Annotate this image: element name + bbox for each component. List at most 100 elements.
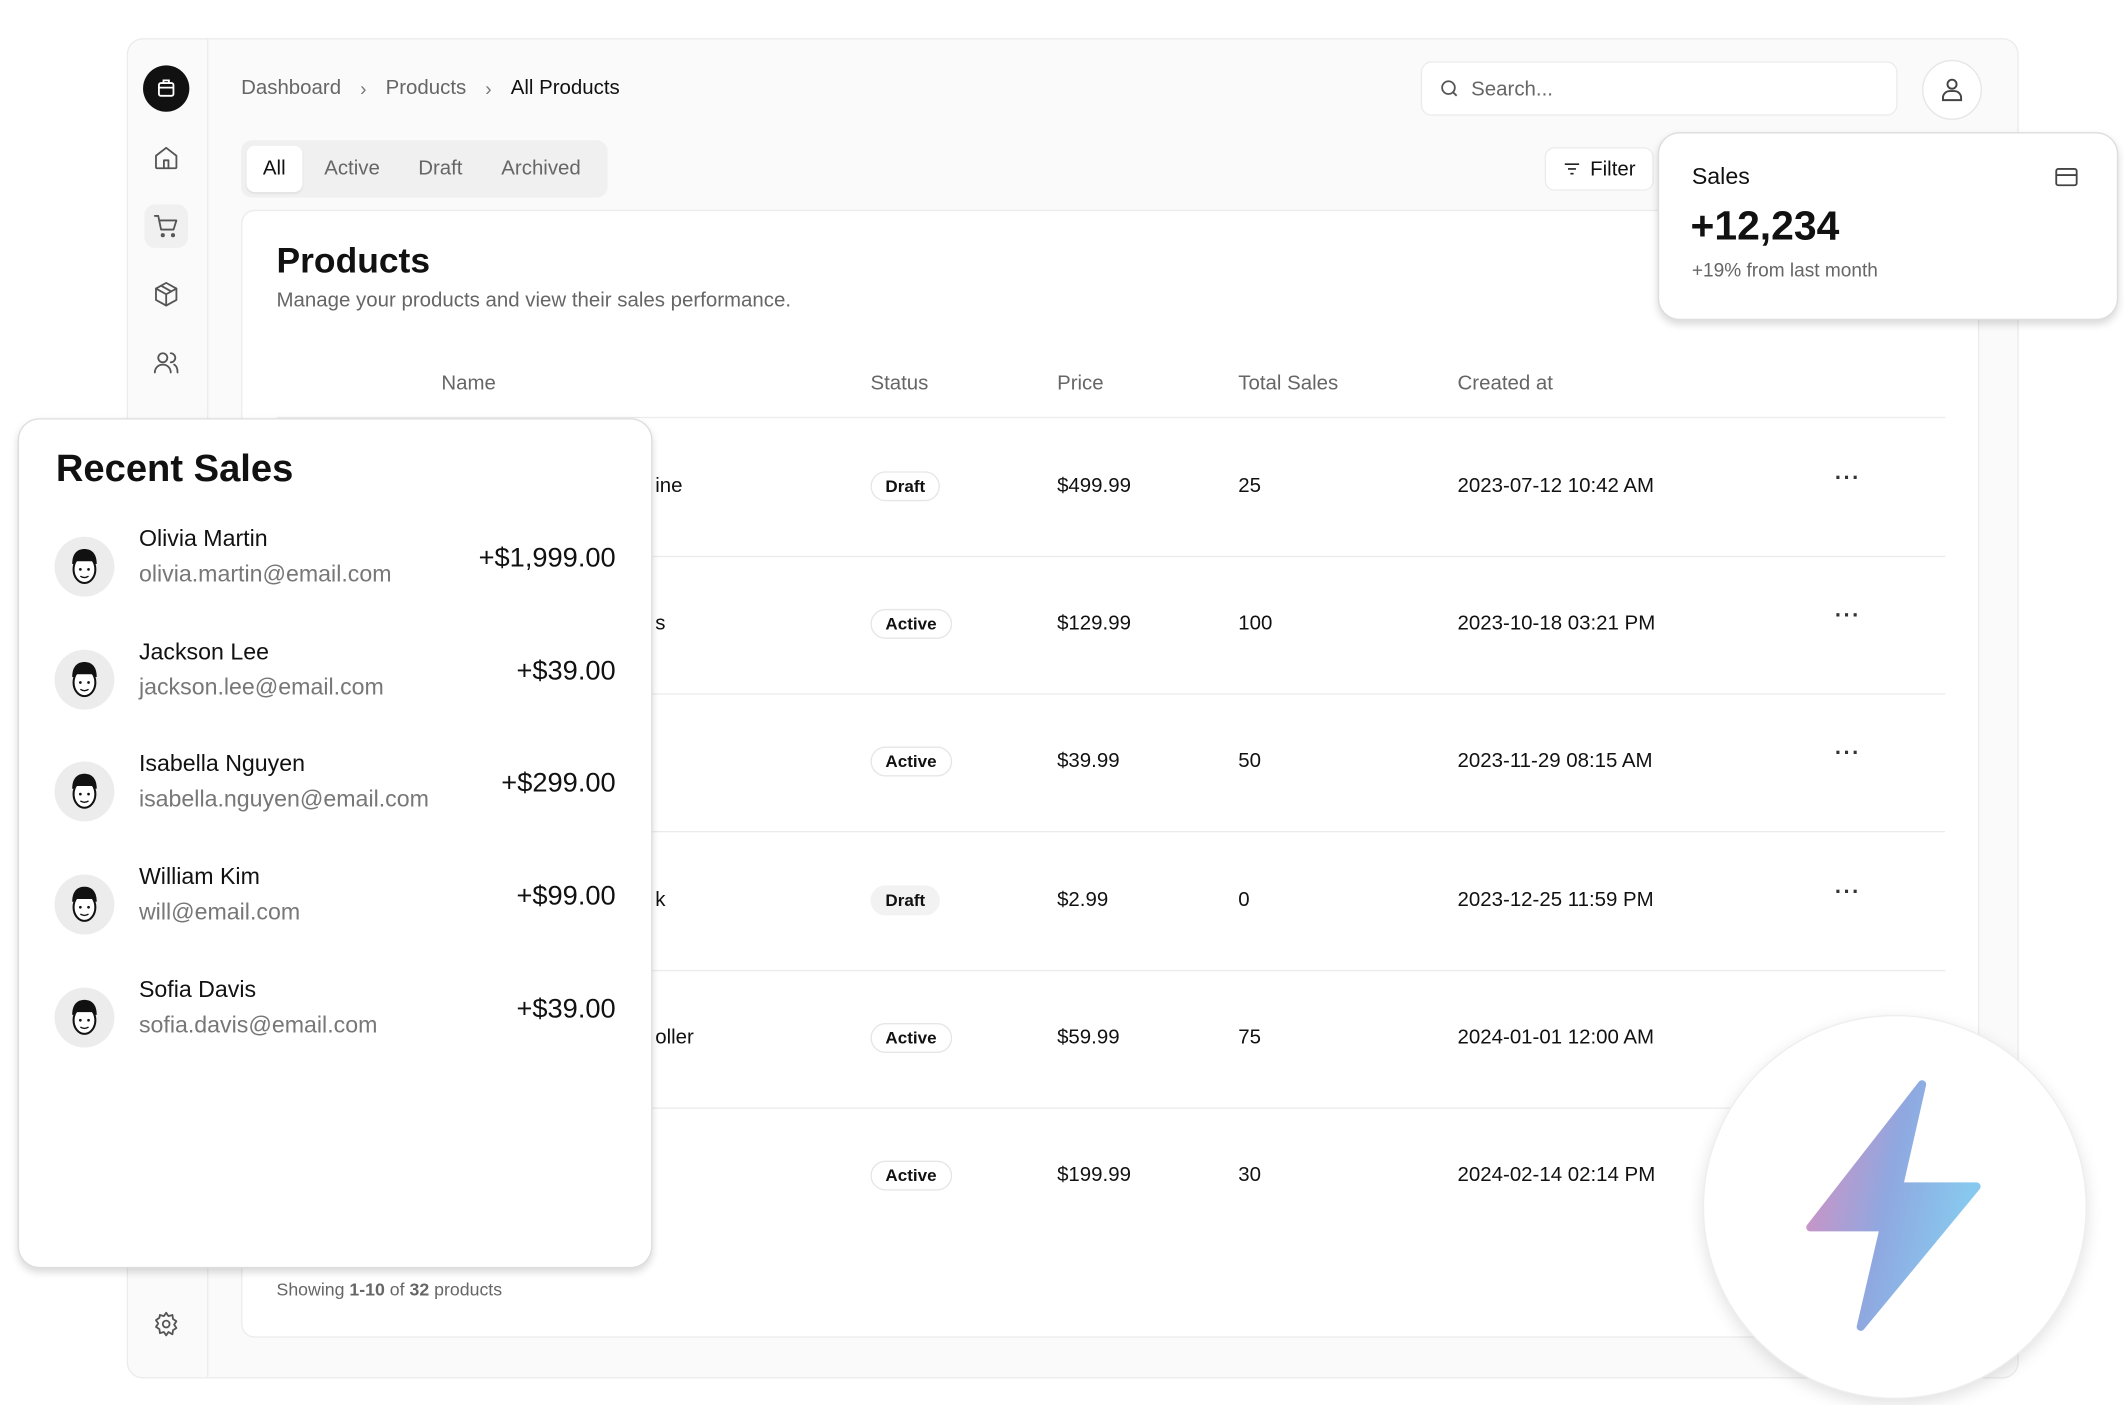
page-subtitle: Manage your products and view their sale… (276, 288, 792, 312)
customer-name: Sofia Davis (138, 976, 257, 1003)
chevron-right-icon: › (485, 76, 492, 99)
product-created-at: 2023-07-12 10:42 AM (1457, 474, 1655, 498)
sales-stat-card: Sales +12,234 +19% from last month (1657, 132, 2119, 321)
status-badge: Active (870, 1160, 952, 1191)
customer-email: jackson.lee@email.com (138, 673, 384, 700)
product-created-at: 2024-01-01 12:00 AM (1457, 1025, 1655, 1049)
avatar (54, 762, 115, 822)
sales-delta: +19% from last month (1691, 258, 1878, 281)
recent-sale-item[interactable]: William Kim will@email.com +$99.00 (54, 864, 616, 946)
tab-draft[interactable]: Draft (402, 146, 479, 192)
customer-name: Olivia Martin (138, 525, 268, 552)
footer-range: 1-10 (349, 1279, 385, 1300)
avatar-face-icon (72, 774, 97, 810)
cart-icon[interactable] (144, 204, 188, 248)
status-badge: Active (870, 1022, 952, 1053)
product-total-sales: 0 (1238, 887, 1250, 911)
search-input[interactable]: Search... (1420, 61, 1898, 116)
search-placeholder: Search... (1471, 76, 1553, 101)
page-title: Products (276, 239, 431, 281)
chevron-right-icon: › (360, 76, 367, 99)
avatar (54, 874, 115, 935)
user-icon (1941, 78, 1963, 102)
pagination-summary: Showing 1-10 of 32 products (277, 1279, 503, 1299)
status-badge: Draft (870, 884, 941, 915)
column-header-status[interactable]: Status (870, 372, 928, 395)
product-created-at: 2023-10-18 03:21 PM (1457, 611, 1656, 636)
column-header-created-at[interactable]: Created at (1458, 372, 1553, 395)
customer-email: olivia.martin@email.com (138, 561, 392, 588)
avatar-face-icon (72, 886, 97, 922)
filter-label: Filter (1590, 157, 1636, 181)
sale-amount: +$1,999.00 (478, 543, 616, 574)
recent-sales-title: Recent Sales (55, 446, 294, 490)
row-actions-more-icon[interactable]: ··· (1835, 605, 1861, 630)
product-name[interactable]: ine (655, 474, 682, 497)
avatar (54, 987, 115, 1048)
status-badge: Active (870, 609, 952, 640)
product-price: $39.99 (1057, 749, 1120, 773)
lightning-badge (1702, 1014, 2087, 1399)
avatar (54, 649, 115, 710)
breadcrumb-dashboard[interactable]: Dashboard (241, 76, 341, 99)
avatar-face-icon (72, 661, 97, 697)
lightning-bolt-icon (1806, 1080, 1981, 1331)
product-total-sales: 30 (1238, 1163, 1261, 1187)
recent-sale-item[interactable]: Sofia Davis sofia.davis@email.com +$39.00 (54, 976, 616, 1058)
product-price: $199.99 (1057, 1163, 1131, 1187)
tab-active[interactable]: Active (308, 146, 396, 192)
sale-amount: +$39.00 (516, 656, 616, 687)
footer-suffix: products (434, 1279, 503, 1300)
status-badge: Draft (870, 471, 941, 502)
product-created-at: 2023-12-25 11:59 PM (1457, 887, 1654, 911)
breadcrumb-current: All Products (510, 76, 620, 100)
column-header-total-sales[interactable]: Total Sales (1238, 372, 1338, 395)
row-actions-more-icon[interactable]: ··· (1835, 467, 1861, 492)
product-total-sales: 25 (1238, 474, 1261, 498)
customer-email: will@email.com (138, 899, 301, 926)
breadcrumb-products[interactable]: Products (386, 76, 467, 99)
recent-sale-item[interactable]: Olivia Martin olivia.martin@email.com +$1,… (54, 525, 616, 608)
product-created-at: 2024-02-14 02:14 PM (1457, 1163, 1656, 1187)
sale-amount: +$299.00 (501, 768, 616, 799)
sales-title: Sales (1691, 163, 1750, 190)
recent-sales-card: Recent Sales Olivia Martin olivia.martin@… (17, 418, 653, 1269)
customer-email: sofia.davis@email.com (138, 1011, 378, 1038)
product-name[interactable]: oller (655, 1025, 694, 1048)
users-icon[interactable] (144, 341, 188, 385)
tab-archived[interactable]: Archived (485, 146, 597, 192)
sale-amount: +$99.00 (516, 881, 616, 912)
row-actions-more-icon[interactable]: ··· (1835, 881, 1861, 906)
tab-all[interactable]: All (246, 145, 302, 193)
recent-sale-item[interactable]: Isabella Nguyen isabella.nguyen@email.com… (54, 751, 616, 833)
footer-prefix: Showing (276, 1279, 345, 1300)
home-icon[interactable] (144, 136, 188, 180)
row-actions-more-icon[interactable]: ··· (1835, 743, 1861, 768)
column-header-name[interactable]: Name (441, 372, 496, 395)
avatar-face-icon (72, 999, 97, 1035)
product-price: $2.99 (1057, 887, 1109, 911)
settings-gear-icon[interactable] (144, 1302, 188, 1346)
sales-value: +12,234 (1690, 204, 1840, 250)
search-icon (1441, 80, 1458, 97)
user-menu-button[interactable] (1922, 59, 1983, 120)
product-name[interactable]: s (655, 612, 665, 635)
filter-button[interactable]: Filter (1544, 147, 1654, 191)
column-header-price[interactable]: Price (1057, 372, 1104, 395)
breadcrumb: Dashboard › Products › All Products (241, 76, 620, 99)
filter-icon (1565, 163, 1580, 175)
credit-card-icon (2055, 167, 2078, 187)
customer-name: Jackson Lee (138, 638, 269, 665)
footer-of: of (389, 1279, 405, 1300)
product-created-at: 2023-11-29 08:15 AM (1457, 749, 1653, 773)
footer-total: 32 (409, 1279, 430, 1300)
recent-sale-item[interactable]: Jackson Lee jackson.lee@email.com +$39.00 (54, 638, 616, 720)
product-total-sales: 100 (1238, 611, 1273, 636)
status-badge: Active (870, 747, 952, 777)
product-name[interactable]: k (655, 888, 665, 911)
package-icon[interactable] (144, 272, 188, 316)
product-price: $499.99 (1057, 474, 1131, 498)
store-logo-icon[interactable] (143, 65, 190, 112)
avatar-face-icon (72, 548, 97, 585)
product-total-sales: 50 (1238, 749, 1261, 773)
